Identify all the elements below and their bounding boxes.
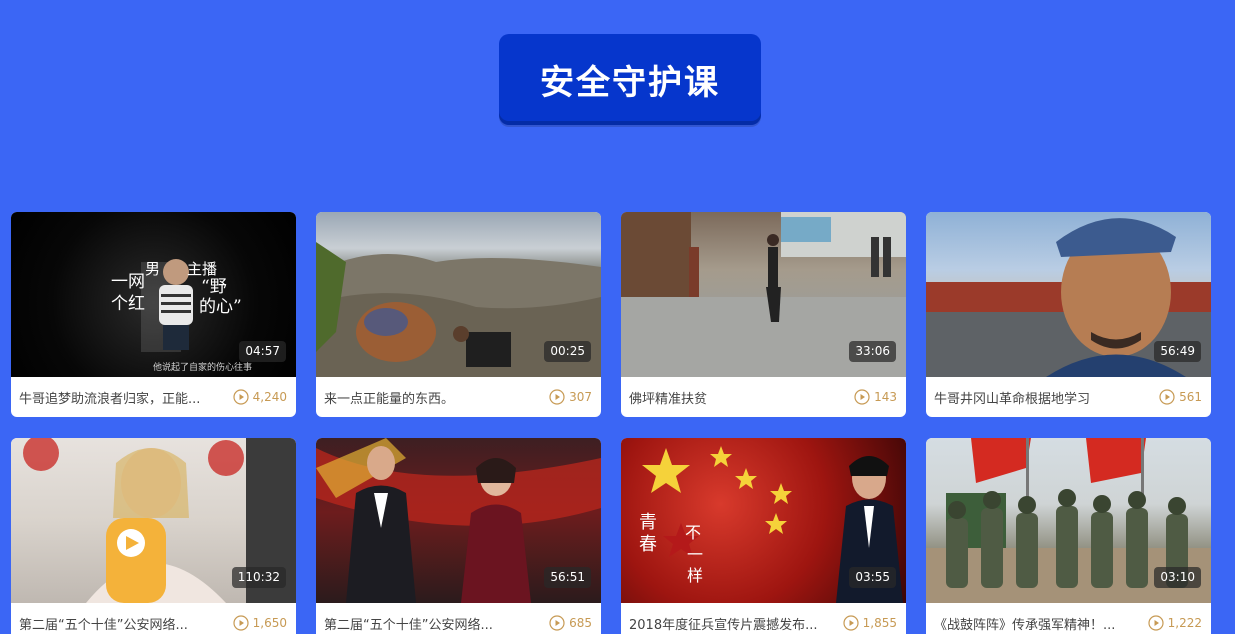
svg-text:样: 样 xyxy=(687,566,703,585)
video-title[interactable]: 第二届“五个十佳”公安网络... xyxy=(19,614,219,633)
video-thumbnail[interactable]: 33:06 xyxy=(621,212,906,377)
video-title[interactable]: 《战鼓阵阵》传承强军精神！... xyxy=(934,614,1134,633)
card-footer: 《战鼓阵阵》传承强军精神！... 1,222 xyxy=(926,603,1211,634)
video-thumbnail[interactable]: 56:49 xyxy=(926,212,1211,377)
view-count-value: 1,650 xyxy=(252,616,287,630)
video-card[interactable]: 一网 个红 男 主播 “野 的心” 他说起了自家的伤心往事 04:57 牛哥追梦… xyxy=(11,212,296,417)
section-title: 安全守护课 xyxy=(540,63,720,103)
section-header-badge: 安全守护课 xyxy=(499,34,761,125)
view-count: 143 xyxy=(854,377,897,417)
play-circle-icon xyxy=(1148,615,1164,631)
video-duration: 56:49 xyxy=(1154,341,1201,362)
play-circle-icon xyxy=(233,615,249,631)
video-thumbnail[interactable]: 00:25 xyxy=(316,212,601,377)
svg-text:不: 不 xyxy=(685,523,701,542)
view-count: 1,222 xyxy=(1148,603,1202,634)
video-card[interactable]: 33:06 佛坪精准扶贫 143 xyxy=(621,212,906,417)
video-title[interactable]: 牛哥追梦助流浪者归家，正能... xyxy=(19,388,219,407)
svg-text:个红: 个红 xyxy=(111,294,145,314)
svg-text:一: 一 xyxy=(687,545,703,564)
video-thumbnail[interactable]: 一网 个红 男 主播 “野 的心” 他说起了自家的伤心往事 04:57 xyxy=(11,212,296,377)
svg-text:他说起了自家的伤心往事: 他说起了自家的伤心往事 xyxy=(153,361,252,373)
play-circle-icon xyxy=(1159,389,1175,405)
card-footer: 来一点正能量的东西。 307 xyxy=(316,377,601,417)
video-duration: 03:10 xyxy=(1154,567,1201,588)
view-count-value: 307 xyxy=(569,390,592,404)
play-circle-icon xyxy=(549,615,565,631)
svg-text:青: 青 xyxy=(639,512,657,533)
play-circle-icon xyxy=(843,615,859,631)
play-circle-icon xyxy=(549,389,565,405)
view-count: 4,240 xyxy=(233,377,287,417)
svg-text:男: 男 xyxy=(145,260,160,278)
card-footer: 第二届“五个十佳”公安网络... 685 xyxy=(316,603,601,634)
view-count-value: 561 xyxy=(1179,390,1202,404)
card-footer: 牛哥追梦助流浪者归家，正能... 4,240 xyxy=(11,377,296,417)
play-circle-icon xyxy=(233,389,249,405)
video-duration: 33:06 xyxy=(849,341,896,362)
svg-text:主播: 主播 xyxy=(187,260,217,278)
view-count: 1,650 xyxy=(233,603,287,634)
svg-text:的心”: 的心” xyxy=(199,297,242,317)
card-footer: 2018年度征兵宣传片震撼发布... 1,855 xyxy=(621,603,906,634)
video-duration: 04:57 xyxy=(239,341,286,362)
view-count-value: 1,855 xyxy=(862,616,897,630)
video-title[interactable]: 佛坪精准扶贫 xyxy=(629,388,829,407)
card-footer: 第二届“五个十佳”公安网络... 1,650 xyxy=(11,603,296,634)
view-count-value: 1,222 xyxy=(1167,616,1202,630)
view-count: 561 xyxy=(1159,377,1202,417)
video-title[interactable]: 来一点正能量的东西。 xyxy=(324,388,524,407)
video-thumbnail[interactable]: 56:51 xyxy=(316,438,601,603)
page: 安全守护课 一网 个红 男 主播 “野 的心” 他说起了自家的伤心往事 04:5… xyxy=(0,0,1235,634)
svg-text:一网: 一网 xyxy=(111,272,145,292)
video-title[interactable]: 第二届“五个十佳”公安网络... xyxy=(324,614,524,633)
video-card[interactable]: 56:51 第二届“五个十佳”公安网络... 685 xyxy=(316,438,601,634)
card-footer: 佛坪精准扶贫 143 xyxy=(621,377,906,417)
video-thumbnail[interactable]: 110:32 xyxy=(11,438,296,603)
video-duration: 00:25 xyxy=(544,341,591,362)
view-count-value: 4,240 xyxy=(252,390,287,404)
svg-text:“野: “野 xyxy=(201,277,227,297)
video-card[interactable]: 110:32 第二届“五个十佳”公安网络... 1,650 xyxy=(11,438,296,634)
svg-text:春: 春 xyxy=(639,534,657,555)
card-footer: 牛哥井冈山革命根据地学习 561 xyxy=(926,377,1211,417)
video-card[interactable]: 青 春 不 一 样 03:55 2018年度征兵宣传片震撼发布... 1,855 xyxy=(621,438,906,634)
view-count: 307 xyxy=(549,377,592,417)
view-count: 685 xyxy=(549,603,592,634)
video-duration: 56:51 xyxy=(544,567,591,588)
video-thumbnail[interactable]: 青 春 不 一 样 03:55 xyxy=(621,438,906,603)
video-thumbnail[interactable]: 03:10 xyxy=(926,438,1211,603)
play-circle-icon xyxy=(854,389,870,405)
video-title[interactable]: 牛哥井冈山革命根据地学习 xyxy=(934,388,1134,407)
video-duration: 03:55 xyxy=(849,567,896,588)
video-title[interactable]: 2018年度征兵宣传片震撼发布... xyxy=(629,614,829,633)
view-count: 1,855 xyxy=(843,603,897,634)
video-card[interactable]: 56:49 牛哥井冈山革命根据地学习 561 xyxy=(926,212,1211,417)
video-card[interactable]: 03:10 《战鼓阵阵》传承强军精神！... 1,222 xyxy=(926,438,1211,634)
video-card[interactable]: 00:25 来一点正能量的东西。 307 xyxy=(316,212,601,417)
video-duration: 110:32 xyxy=(231,567,286,588)
view-count-value: 685 xyxy=(569,616,592,630)
view-count-value: 143 xyxy=(874,390,897,404)
